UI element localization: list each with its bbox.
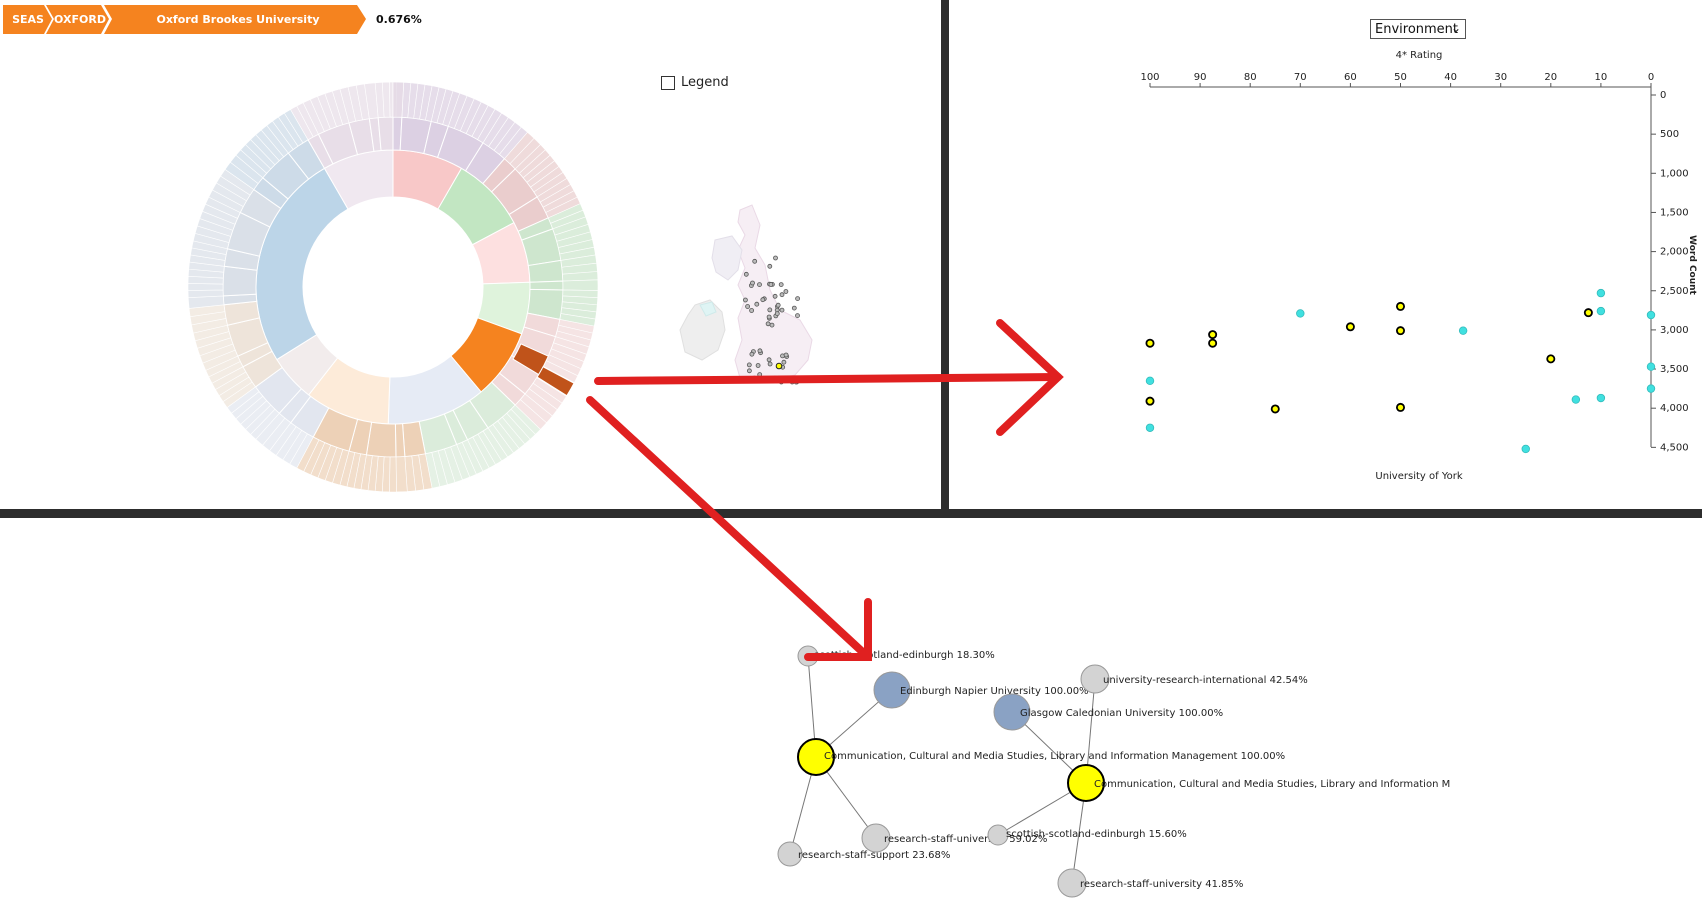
network-node-label: research-staff-university 41.85% [1080,879,1243,890]
network-node-label: scottish-scotland-edinburgh 15.60% [1006,829,1187,840]
network-node-ccms2[interactable]: Communication, Cultural and Media Studie… [1067,764,1450,802]
network-node-enu[interactable]: Edinburgh Napier University 100.00% [873,671,1089,709]
network-node-label: Communication, Cultural and Media Studie… [1094,779,1450,790]
network-node-ccms1[interactable]: Communication, Cultural and Media Studie… [797,738,1285,776]
network-node-label: scottish-scotland-edinburgh 18.30% [814,650,995,661]
network-node-circle[interactable] [987,824,1009,846]
network-node-uri[interactable]: university-research-international 42.54% [1080,664,1308,694]
network-node-label: Glasgow Caledonian University 100.00% [1020,708,1223,719]
network-nodes: scottish-scotland-edinburgh 18.30% Edinbu… [777,645,1450,898]
network-node-sse1[interactable]: scottish-scotland-edinburgh 18.30% [797,645,995,667]
network-node-label: university-research-international 42.54% [1103,675,1308,686]
network-node-label: Communication, Cultural and Media Studie… [824,751,1285,762]
network-node-label: Edinburgh Napier University 100.00% [900,686,1089,697]
network-graph: scottish-scotland-edinburgh 18.30% Edinbu… [777,645,1450,898]
network-node-rsu2[interactable]: research-staff-university 41.85% [1057,868,1243,898]
network-node-gcu[interactable]: Glasgow Caledonian University 100.00% [993,693,1223,731]
